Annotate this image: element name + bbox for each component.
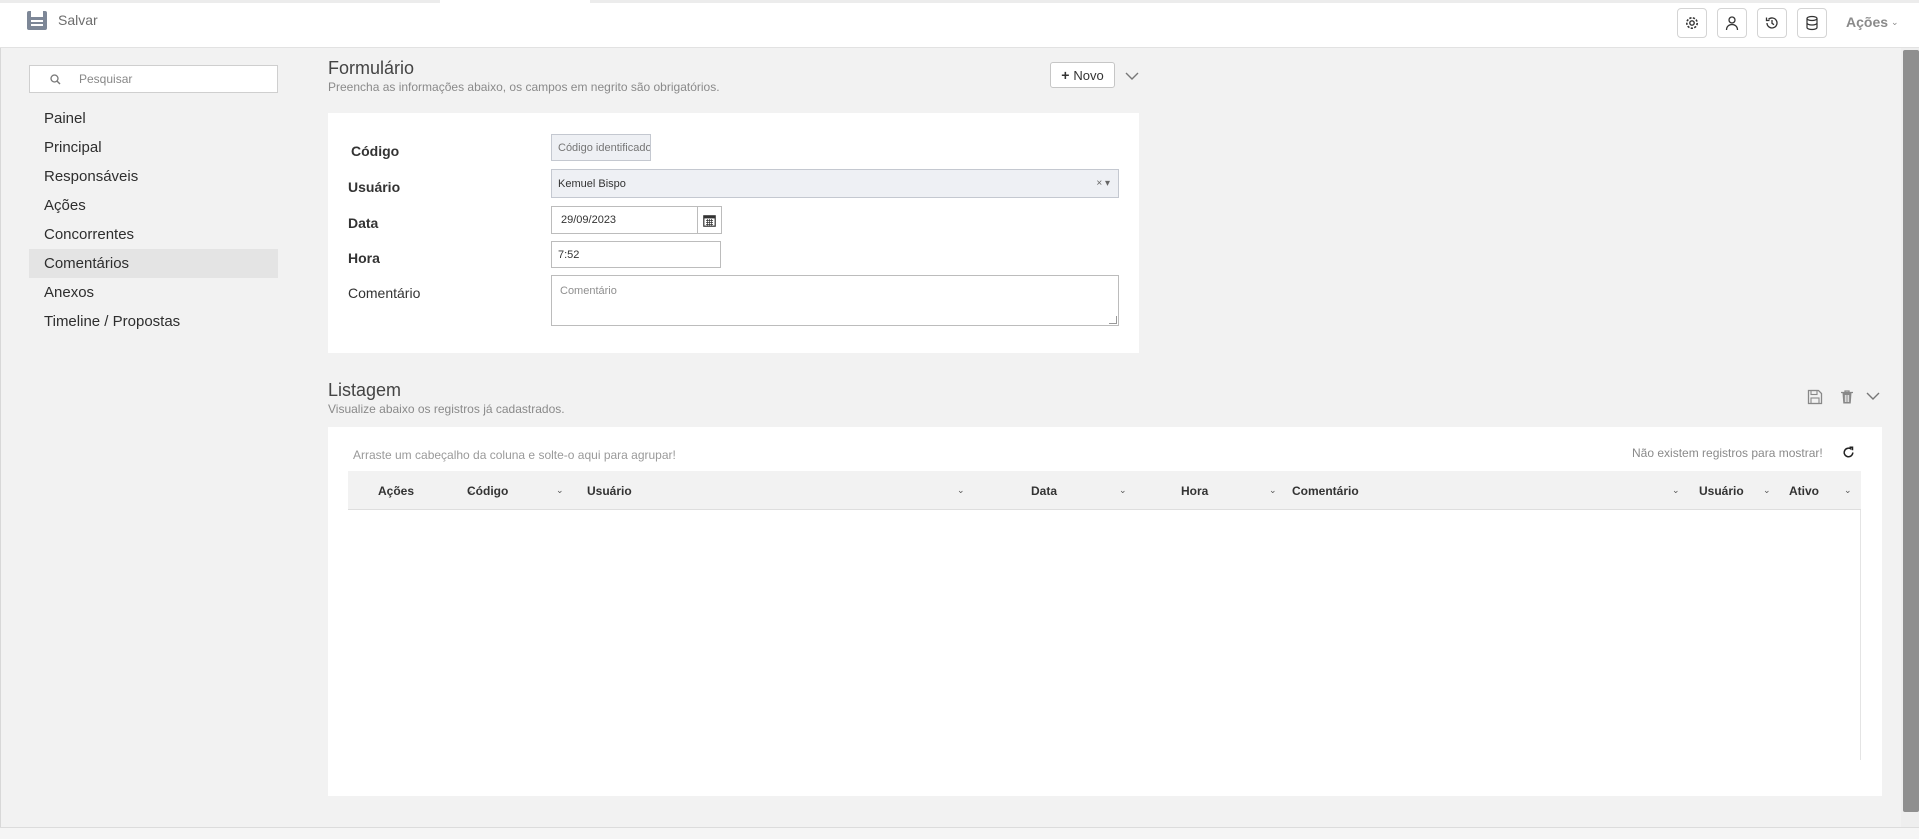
- chevron-down-icon[interactable]: ⌄: [1763, 485, 1771, 496]
- data-field[interactable]: 29/09/2023: [551, 206, 698, 234]
- column-header-data[interactable]: Data ⌄: [1031, 471, 1131, 510]
- codigo-field[interactable]: [551, 134, 651, 161]
- database-icon: [1806, 15, 1818, 31]
- column-header-acoes[interactable]: Ações ⌄: [378, 471, 474, 510]
- hora-field-value: 7:52: [558, 248, 580, 261]
- new-button[interactable]: + Novo: [1050, 62, 1115, 88]
- column-header-codigo[interactable]: Código ⌄: [467, 471, 567, 510]
- column-header-ativo[interactable]: Ativo ⌄: [1789, 471, 1859, 510]
- settings-button[interactable]: [1677, 8, 1707, 38]
- sidebar-search[interactable]: [29, 65, 278, 93]
- comentario-label: Comentário: [348, 285, 421, 301]
- clear-and-dropdown-icon[interactable]: × ▾: [1096, 178, 1110, 189]
- user-icon: [1725, 16, 1739, 31]
- data-label: Data: [348, 215, 379, 231]
- form-subtitle: Preencha as informações abaixo, os campo…: [328, 80, 720, 94]
- chevron-down-icon[interactable]: ⌄: [957, 485, 965, 496]
- column-header-usuario[interactable]: Usuário ⌄: [587, 471, 967, 510]
- save-icon: [27, 11, 47, 30]
- chevron-down-icon[interactable]: ⌄: [1269, 485, 1277, 496]
- sidebar-item-painel[interactable]: Painel: [29, 104, 278, 133]
- sidebar-nav: Painel Principal Responsáveis Ações Conc…: [29, 104, 278, 336]
- empty-message: Não existem registros para mostrar!: [1632, 446, 1823, 460]
- column-label: Usuário: [587, 483, 632, 498]
- gear-icon: [1686, 17, 1698, 29]
- top-stripe: [0, 0, 1919, 3]
- usuario-select[interactable]: Kemuel Bispo × ▾: [551, 169, 1119, 198]
- resize-handle[interactable]: [1109, 316, 1117, 324]
- history-icon: [1765, 17, 1778, 29]
- chevron-down-icon: [1125, 72, 1139, 80]
- trash-icon: [1841, 390, 1853, 404]
- top-toolbar: Salvar Ações ⌄: [0, 0, 1919, 48]
- chevron-down-icon: ⌄: [1891, 16, 1899, 27]
- column-label: Código: [467, 483, 509, 498]
- form-collapse-chevron[interactable]: [1125, 68, 1139, 86]
- history-button[interactable]: [1757, 8, 1787, 38]
- chevron-down-icon[interactable]: ⌄: [1119, 485, 1127, 496]
- calendar-icon: [703, 214, 716, 227]
- floppy-icon: [1807, 389, 1823, 405]
- chevron-down-icon: [1866, 392, 1880, 400]
- column-label: Data: [1031, 483, 1058, 498]
- codigo-label: Código: [351, 143, 400, 159]
- chevron-down-icon[interactable]: ⌄: [556, 485, 564, 496]
- hora-field[interactable]: 7:52: [551, 241, 721, 268]
- comentario-placeholder: Comentário: [560, 285, 617, 297]
- user-button[interactable]: [1717, 8, 1747, 38]
- sidebar-item-concorrentes[interactable]: Concorrentes: [29, 220, 278, 249]
- column-label: Ações: [378, 483, 415, 498]
- delete-button[interactable]: [1839, 389, 1855, 410]
- sidebar-item-acoes[interactable]: Ações: [29, 191, 278, 220]
- plus-icon: +: [1061, 67, 1070, 83]
- group-panel-hint[interactable]: Arraste um cabeçalho da coluna e solte-o…: [353, 448, 676, 462]
- usuario-select-value: Kemuel Bispo: [558, 177, 626, 190]
- column-label: Usuário: [1699, 483, 1744, 498]
- save-button[interactable]: Salvar: [26, 9, 98, 31]
- new-button-label: Novo: [1073, 67, 1104, 83]
- actions-menu-label: Ações: [1846, 14, 1889, 30]
- refresh-icon: [1843, 446, 1854, 458]
- hora-label: Hora: [348, 250, 380, 266]
- grid-header: Ações ⌄ Código ⌄ Usuário ⌄ Data ⌄ Hora ⌄…: [348, 471, 1861, 510]
- data-field-value: 29/09/2023: [561, 214, 617, 226]
- save-label: Salvar: [58, 12, 98, 28]
- search-icon: [50, 73, 61, 84]
- column-header-usuario-2[interactable]: Usuário ⌄: [1699, 471, 1779, 510]
- calendar-button[interactable]: [697, 206, 722, 234]
- chevron-down-icon[interactable]: ⌄: [1672, 485, 1680, 496]
- column-label: Hora: [1181, 483, 1209, 498]
- column-header-hora[interactable]: Hora ⌄: [1181, 471, 1281, 510]
- sidebar-item-principal[interactable]: Principal: [29, 133, 278, 162]
- grid-body: [348, 510, 1861, 760]
- scrollbar-thumb[interactable]: [1903, 50, 1919, 812]
- column-label: Comentário: [1292, 483, 1359, 498]
- listing-collapse-chevron[interactable]: [1866, 388, 1880, 406]
- column-label: Ativo: [1789, 483, 1819, 498]
- form-title: Formulário: [328, 58, 415, 78]
- sidebar-item-anexos[interactable]: Anexos: [29, 278, 278, 307]
- actions-menu[interactable]: Ações ⌄: [1846, 14, 1899, 30]
- search-input[interactable]: [79, 72, 259, 86]
- column-header-comentario[interactable]: Comentário ⌄: [1292, 471, 1682, 510]
- sidebar-item-timeline[interactable]: Timeline / Propostas: [29, 307, 278, 336]
- database-button[interactable]: [1797, 8, 1827, 38]
- sidebar-item-responsaveis[interactable]: Responsáveis: [29, 162, 278, 191]
- chevron-down-icon[interactable]: ⌄: [1844, 485, 1852, 496]
- save-layout-button[interactable]: [1807, 389, 1823, 410]
- bottom-bar: [0, 827, 1919, 839]
- refresh-button[interactable]: [1842, 446, 1855, 464]
- page-scrollbar[interactable]: [1901, 48, 1919, 827]
- sidebar-item-comentarios[interactable]: Comentários: [29, 249, 278, 278]
- usuario-label: Usuário: [348, 179, 401, 195]
- listing-title: Listagem: [328, 380, 402, 400]
- comentario-textarea[interactable]: Comentário: [551, 275, 1119, 326]
- listing-subtitle: Visualize abaixo os registros já cadastr…: [328, 402, 565, 416]
